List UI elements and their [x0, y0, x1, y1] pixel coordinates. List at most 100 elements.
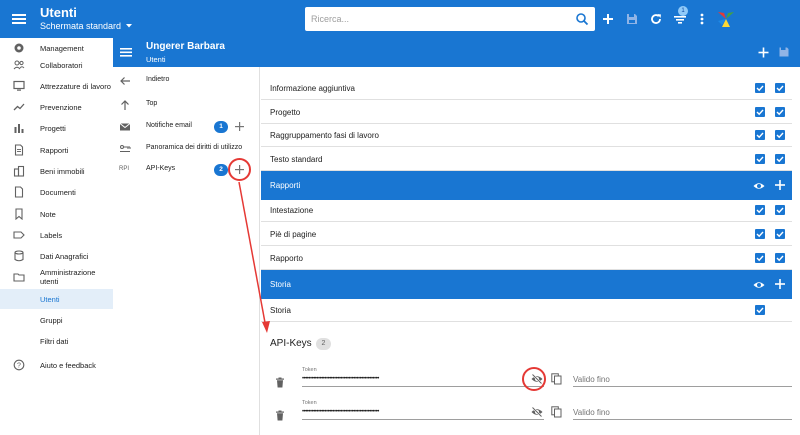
sidebar-item-label: Documenti	[40, 187, 76, 197]
sidebar-item-dati-anagrafici[interactable]: Dati Anagrafici	[0, 246, 113, 266]
sidebar-item-utenti[interactable]: Utenti	[0, 289, 113, 309]
checkbox-checked[interactable]	[755, 154, 765, 164]
more-vert-icon[interactable]	[694, 11, 710, 27]
save-icon[interactable]	[778, 46, 790, 58]
checkbox-checked[interactable]	[775, 205, 785, 215]
permission-label: Informazione aggiuntiva	[270, 84, 355, 93]
plus-icon[interactable]	[757, 46, 770, 59]
add-icon[interactable]	[233, 120, 246, 133]
sidebar-item-note[interactable]: Note	[0, 204, 113, 224]
sidebar-item-progetti[interactable]: Progetti	[0, 118, 113, 138]
section-title: Storia	[270, 280, 291, 289]
panel-item-panoramica-diritti[interactable]: Panoramica dei diritti di utilizzo	[113, 139, 259, 159]
permission-row: Informazione aggiuntiva	[261, 76, 792, 100]
eye-off-icon[interactable]	[531, 406, 543, 418]
checkbox-checked[interactable]	[755, 130, 765, 140]
sidebar-item-gruppi[interactable]: Gruppi	[0, 310, 113, 330]
sidebar-item-label: Utenti	[40, 294, 60, 304]
sidebar-item-prevenzione[interactable]: Prevenzione	[0, 97, 113, 117]
checkbox-checked[interactable]	[775, 229, 785, 239]
record-subtitle: Utenti	[146, 55, 166, 64]
dropdown-arrow-icon	[125, 23, 133, 29]
sidebar-item-label: Filtri dati	[40, 336, 69, 346]
checkbox-checked[interactable]	[755, 305, 765, 315]
valid-until-underline	[573, 419, 792, 420]
valid-until-underline	[573, 386, 792, 387]
app-title: Utenti	[40, 5, 77, 20]
save-icon[interactable]	[624, 11, 640, 27]
document-icon	[13, 186, 25, 198]
plus-icon[interactable]	[600, 11, 616, 27]
section-header-rapporti[interactable]: Rapporti	[261, 171, 792, 200]
checkbox-checked[interactable]	[755, 83, 765, 93]
sidebar-item-label: Attrezzature di lavoro	[40, 81, 111, 91]
sidebar-item-label: Collaboratori	[40, 60, 83, 70]
valid-until-field[interactable]: Valido fino	[573, 408, 610, 417]
sidebar-item-beni-immobili[interactable]: Beni immobili	[0, 161, 113, 181]
app-bar: Utenti Schermata standard 1	[0, 0, 800, 38]
panel-menu-icon[interactable]	[119, 46, 133, 59]
sidebar-item-labels[interactable]: Labels	[0, 225, 113, 245]
valid-until-field[interactable]: Valido fino	[573, 375, 610, 384]
copy-icon[interactable]	[551, 373, 562, 385]
plus-icon[interactable]	[774, 179, 786, 191]
token-field[interactable]: ••••••••••••••••••••••••••••••••••••••••…	[302, 409, 379, 415]
trash-icon[interactable]	[275, 410, 285, 421]
refresh-icon[interactable]	[648, 11, 664, 27]
bar-chart-icon	[13, 122, 25, 134]
sidebar-item-label: Note	[40, 209, 56, 219]
sidebar-item-rapporti[interactable]: Rapporti	[0, 140, 113, 160]
section-header-storia[interactable]: Storia	[261, 270, 792, 299]
permission-row: Rapporto	[261, 246, 792, 270]
sidebar-item-label: Management	[40, 43, 84, 53]
permission-row: Raggruppamento fasi di lavoro	[261, 123, 792, 147]
sidebar-item-amministrazione-utenti[interactable]: Amministrazione utenti	[0, 267, 113, 287]
eye-icon[interactable]	[753, 180, 765, 192]
checkbox-checked[interactable]	[775, 253, 785, 263]
permission-label: Progetto	[270, 108, 301, 117]
sidebar-item-label: Aiuto e feedback	[40, 360, 96, 370]
permission-row: Piè di pagine	[261, 222, 792, 246]
sidebar-item-collaboratori[interactable]: Collaboratori	[0, 55, 113, 75]
checkbox-checked[interactable]	[755, 229, 765, 239]
panel-item-label: Indietro	[146, 76, 170, 83]
sidebar-item-label: Amministrazione utenti	[40, 268, 96, 286]
api-icon: RPI	[119, 166, 130, 172]
trash-icon[interactable]	[275, 377, 285, 388]
checkbox-checked[interactable]	[775, 107, 785, 117]
checkbox-checked[interactable]	[775, 130, 785, 140]
search-input[interactable]	[311, 7, 561, 31]
sidebar-item-aiuto[interactable]: ? Aiuto e feedback	[0, 355, 113, 375]
permission-row: Progetto	[261, 100, 792, 124]
token-field[interactable]: ••••••••••••••••••••••••••••••••••••••••…	[302, 376, 379, 382]
checkbox-checked[interactable]	[775, 83, 785, 93]
people-icon	[13, 59, 25, 71]
record-title: Ungerer Barbara	[146, 41, 225, 52]
arrow-up-icon	[119, 99, 131, 111]
view-selector[interactable]: Schermata standard	[40, 21, 133, 31]
sidebar-item-attrezzature[interactable]: Attrezzature di lavoro	[0, 76, 113, 96]
permission-label: Piè di pagine	[270, 230, 317, 239]
annotation-circle-add	[228, 158, 251, 181]
panel-item-label: API-Keys	[146, 165, 176, 172]
panel-item-notifiche-email[interactable]: Notifiche email 1	[113, 117, 259, 137]
permission-row: Testo standard	[261, 147, 792, 171]
copy-icon[interactable]	[551, 406, 562, 418]
menu-icon[interactable]	[10, 11, 28, 27]
checkbox-checked[interactable]	[755, 253, 765, 263]
sidebar-item-filtri-dati[interactable]: Filtri dati	[0, 331, 113, 351]
panel-item-indietro[interactable]: Indietro	[113, 71, 259, 91]
sidebar-item-label: Rapporti	[40, 145, 69, 155]
checkbox-checked[interactable]	[755, 205, 765, 215]
plus-icon[interactable]	[774, 278, 786, 290]
checkbox-checked[interactable]	[755, 107, 765, 117]
eye-icon[interactable]	[753, 279, 765, 291]
sidebar-item-documenti[interactable]: Documenti	[0, 182, 113, 202]
view-selector-label: Schermata standard	[40, 21, 122, 31]
checkbox-checked[interactable]	[775, 154, 785, 164]
sidebar-item-label: Prevenzione	[40, 102, 82, 112]
arrow-back-icon	[119, 75, 131, 87]
panel-item-top[interactable]: Top	[113, 95, 259, 115]
count-badge: 2	[214, 164, 228, 176]
search-icon[interactable]	[575, 12, 589, 26]
